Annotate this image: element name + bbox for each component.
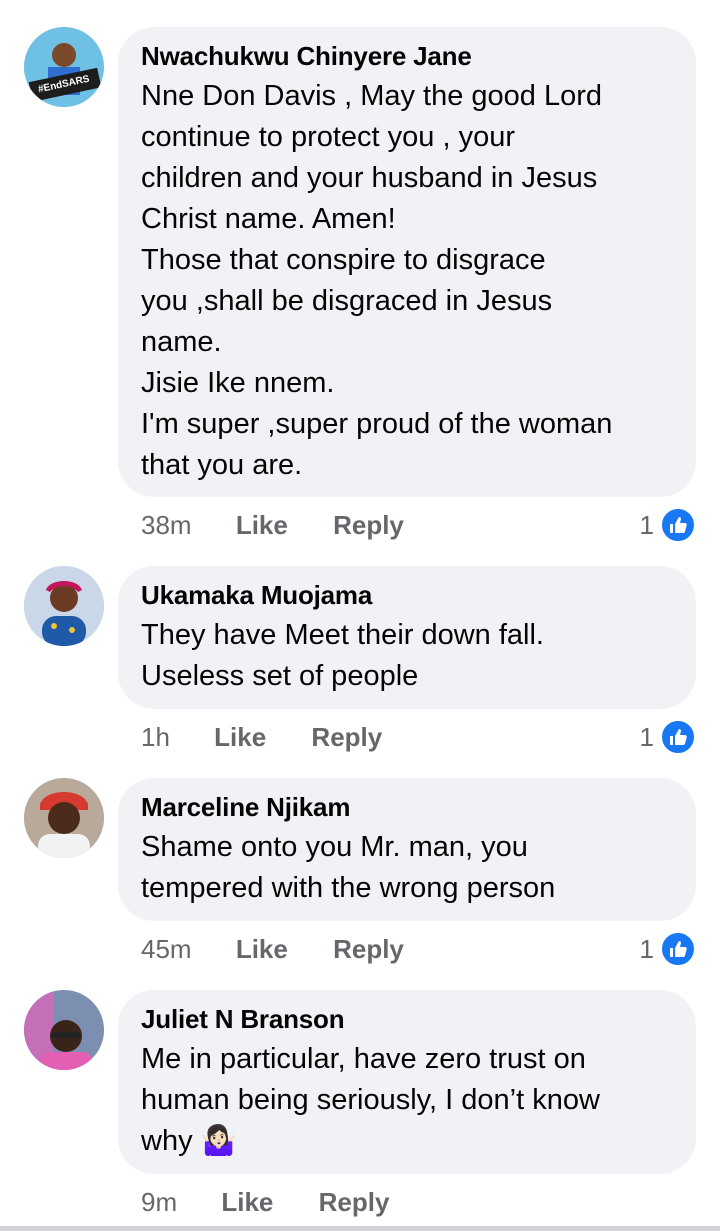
reaction-count-number: 1	[639, 721, 654, 752]
divider	[0, 1226, 720, 1231]
comment-meta: 45m Like Reply	[141, 931, 404, 967]
avatar[interactable]	[24, 566, 104, 646]
like-button[interactable]: Like	[236, 507, 288, 543]
avatar[interactable]: #EndSARS	[24, 27, 104, 107]
thumbs-up-icon	[660, 507, 696, 543]
comment-meta: 9m Like Reply	[141, 1184, 389, 1220]
reaction-count[interactable]: 1	[640, 931, 696, 967]
comment-time[interactable]: 9m	[141, 1184, 177, 1220]
comment-bubble: Ukamaka Muojama They have Meet their dow…	[118, 566, 696, 709]
comment-author[interactable]: Juliet N Branson	[141, 1004, 672, 1034]
avatar-image	[24, 778, 104, 858]
comment-time[interactable]: 38m	[141, 507, 192, 543]
comment-author[interactable]: Nwachukwu Chinyere Jane	[141, 41, 672, 71]
reply-button[interactable]: Reply	[311, 719, 382, 755]
avatar[interactable]	[24, 778, 104, 858]
thumbs-up-icon	[660, 719, 696, 755]
thumbs-up-icon	[660, 931, 696, 967]
comment-text: Shame onto you Mr. man, you tempered wit…	[141, 831, 556, 904]
comment-meta: 38m Like Reply	[141, 507, 404, 543]
comment-text: Nne Don Davis , May the good Lord contin…	[141, 80, 613, 481]
reply-button[interactable]: Reply	[333, 931, 404, 967]
comment-text: Me in particular, have zero trust on hum…	[141, 1043, 600, 1157]
comment-time[interactable]: 45m	[141, 931, 192, 967]
like-button[interactable]: Like	[214, 719, 266, 755]
reaction-count-number: 1	[639, 933, 654, 964]
reply-button[interactable]: Reply	[333, 507, 404, 543]
reaction-count-number: 1	[639, 509, 654, 540]
avatar-image	[24, 990, 104, 1070]
comment-bubble: Marceline Njikam Shame onto you Mr. man,…	[118, 778, 696, 921]
comment-author[interactable]: Marceline Njikam	[141, 792, 672, 822]
reply-button[interactable]: Reply	[319, 1184, 390, 1220]
reaction-count[interactable]: 1	[640, 507, 696, 543]
like-button[interactable]: Like	[236, 931, 288, 967]
avatar-image: #EndSARS	[24, 27, 104, 107]
comment-bubble: Juliet N Branson Me in particular, have …	[118, 990, 696, 1174]
comment-time[interactable]: 1h	[141, 719, 170, 755]
reaction-count[interactable]: 1	[640, 719, 696, 755]
comment-bubble: Nwachukwu Chinyere Jane Nne Don Davis , …	[118, 27, 696, 497]
like-button[interactable]: Like	[221, 1184, 273, 1220]
comment-text: They have Meet their down fall. Useless …	[141, 619, 544, 692]
comment-meta: 1h Like Reply	[141, 719, 382, 755]
avatar-image	[24, 566, 104, 646]
avatar[interactable]	[24, 990, 104, 1070]
comment-author[interactable]: Ukamaka Muojama	[141, 580, 672, 610]
